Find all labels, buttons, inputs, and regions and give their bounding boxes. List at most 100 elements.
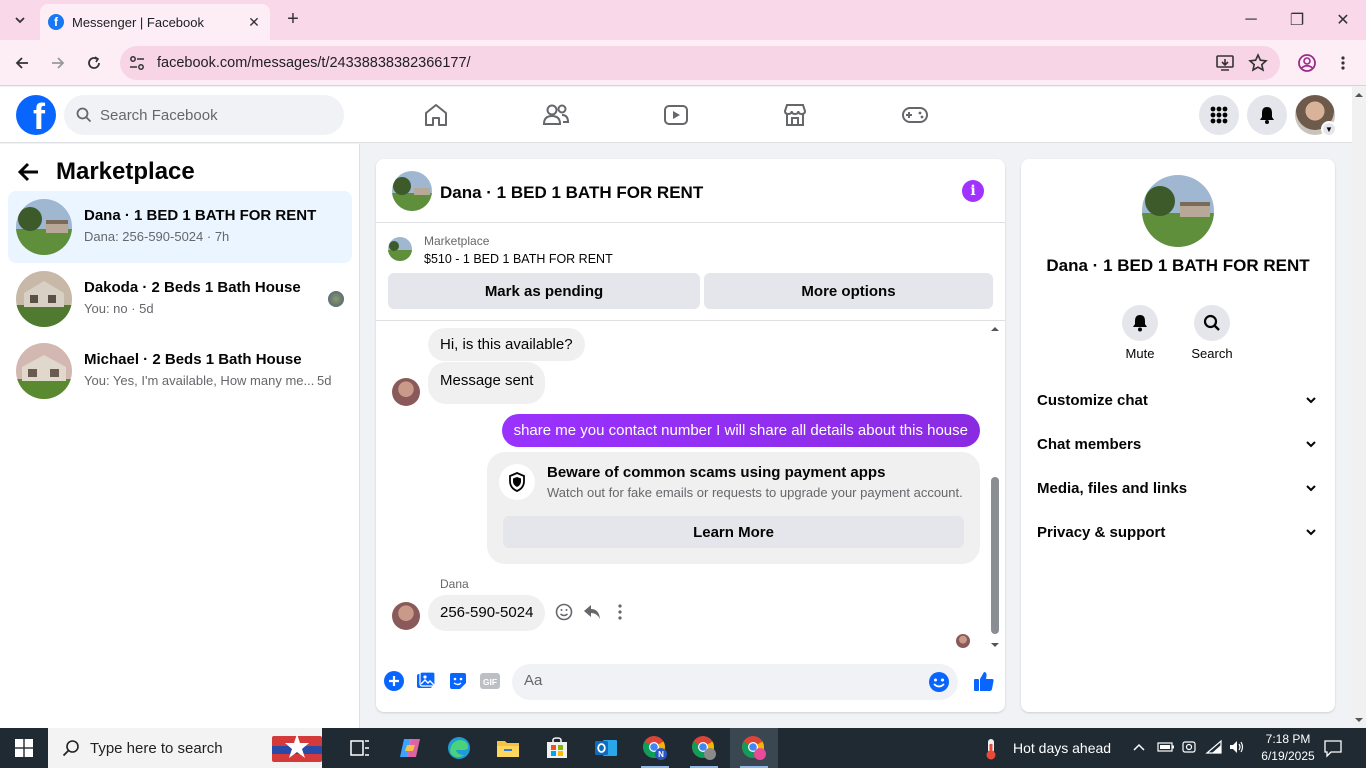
- minimize-button[interactable]: ─: [1228, 0, 1274, 40]
- listing-thumbnail: [16, 343, 72, 399]
- customize-chat-section[interactable]: Customize chat: [1029, 380, 1327, 420]
- outlook-icon[interactable]: [582, 728, 630, 768]
- forward-button[interactable]: [45, 50, 71, 76]
- reload-button[interactable]: [81, 50, 107, 76]
- message-bubble-incoming[interactable]: Message sent: [428, 362, 546, 404]
- weather-text[interactable]: Hot days ahead: [1013, 740, 1111, 756]
- chevron-up-icon[interactable]: [1132, 741, 1146, 753]
- message-input-box[interactable]: [512, 664, 958, 700]
- conversation-name: Dana · 1 BED 1 BATH FOR RENT: [84, 207, 317, 224]
- chat-scrollbar[interactable]: [988, 322, 1002, 652]
- taskbar-clock[interactable]: 7:18 PM 6/19/2025: [1258, 731, 1318, 765]
- search-icon[interactable]: [1194, 305, 1230, 341]
- back-button[interactable]: [9, 50, 35, 76]
- media-files-links-section[interactable]: Media, files and links: [1029, 468, 1327, 508]
- chevron-down-icon: [1306, 397, 1316, 404]
- conversation-item-dakoda[interactable]: Dakoda · 2 Beds 1 Bath House You: no · 5…: [8, 263, 352, 335]
- listing-price[interactable]: $510 - 1 BED 1 BATH FOR RENT: [424, 252, 613, 266]
- learn-more-button[interactable]: Learn More: [503, 516, 964, 548]
- plus-icon[interactable]: [383, 670, 405, 692]
- sender-avatar: [392, 602, 420, 630]
- conversation-info-panel: Dana · 1 BED 1 BATH FOR RENT Mute Search…: [1021, 159, 1335, 712]
- chrome-profile-2-icon[interactable]: [680, 728, 728, 768]
- listing-thumbnail[interactable]: [388, 237, 412, 261]
- task-view-icon[interactable]: [336, 728, 384, 768]
- video-nav-icon[interactable]: [660, 99, 692, 131]
- clock-date: 6/19/2025: [1261, 749, 1315, 763]
- browser-menu-button[interactable]: [1330, 50, 1356, 76]
- chat-title[interactable]: Dana · 1 BED 1 BATH FOR RENT: [440, 183, 703, 203]
- info-icon[interactable]: i: [962, 180, 984, 202]
- photo-icon[interactable]: [415, 670, 437, 692]
- emoji-icon[interactable]: [928, 671, 950, 693]
- install-app-icon[interactable]: [1215, 53, 1235, 73]
- search-action[interactable]: Search: [1182, 305, 1242, 361]
- more-actions-icon[interactable]: [609, 601, 631, 623]
- menu-button[interactable]: [1199, 95, 1239, 135]
- facebook-header: f ▼: [0, 87, 1352, 143]
- close-window-button[interactable]: ✕: [1320, 0, 1366, 40]
- wifi-icon[interactable]: [1205, 739, 1223, 755]
- new-tab-button[interactable]: +: [282, 8, 304, 30]
- conversation-item-michael[interactable]: Michael · 2 Beds 1 Bath House You: Yes, …: [8, 335, 352, 407]
- taskbar-search-placeholder: Type here to search: [90, 739, 223, 757]
- bookmark-star-icon[interactable]: [1248, 53, 1268, 73]
- file-explorer-icon[interactable]: [484, 728, 532, 768]
- browser-tab-messenger[interactable]: f Messenger | Facebook ✕: [40, 4, 270, 40]
- gaming-nav-icon[interactable]: [899, 99, 931, 131]
- message-bubble-outgoing[interactable]: share me you contact number I will share…: [501, 414, 980, 447]
- sticker-icon[interactable]: [447, 670, 469, 692]
- facebook-search[interactable]: [64, 95, 344, 135]
- notification-center-icon[interactable]: [1323, 738, 1343, 758]
- windows-start-button[interactable]: [0, 728, 48, 768]
- camera-icon[interactable]: [1181, 739, 1197, 755]
- react-smiley-icon[interactable]: [553, 601, 575, 623]
- conversation-item-dana[interactable]: Dana · 1 BED 1 BATH FOR RENT Dana: 256-5…: [8, 191, 352, 263]
- section-label: Privacy & support: [1037, 523, 1166, 541]
- notifications-button[interactable]: [1247, 95, 1287, 135]
- bell-icon[interactable]: [1122, 305, 1158, 341]
- facebook-logo-icon[interactable]: f: [16, 95, 56, 135]
- chrome-profile-n-icon[interactable]: N: [631, 728, 679, 768]
- thumbs-up-icon[interactable]: [972, 669, 996, 693]
- marketplace-nav-icon[interactable]: [779, 99, 811, 131]
- home-nav-icon[interactable]: [420, 99, 452, 131]
- svg-text:N: N: [658, 750, 664, 759]
- page-scrollbar[interactable]: [1352, 87, 1366, 728]
- account-avatar[interactable]: ▼: [1295, 95, 1337, 137]
- address-bar[interactable]: facebook.com/messages/t/2433883838236617…: [120, 46, 1280, 80]
- edge-browser-icon[interactable]: [435, 728, 483, 768]
- mark-as-pending-button[interactable]: Mark as pending: [388, 273, 700, 309]
- profile-button[interactable]: [1294, 50, 1320, 76]
- restore-button[interactable]: ❐: [1274, 0, 1320, 40]
- friends-nav-icon[interactable]: [540, 99, 572, 131]
- more-options-button[interactable]: More options: [704, 273, 993, 309]
- chat-members-section[interactable]: Chat members: [1029, 424, 1327, 464]
- message-input[interactable]: [524, 672, 904, 689]
- chrome-profile-3-icon[interactable]: [730, 728, 778, 768]
- chat-header: Dana · 1 BED 1 BATH FOR RENT i: [376, 159, 1005, 223]
- gif-icon[interactable]: GIF: [479, 670, 501, 692]
- browser-tab-bar: f Messenger | Facebook ✕ + ─ ❐ ✕: [0, 0, 1366, 40]
- taskbar-search[interactable]: Type here to search: [48, 728, 322, 768]
- volume-icon[interactable]: [1228, 739, 1246, 755]
- message-bubble-incoming[interactable]: 256-590-5024: [428, 595, 546, 631]
- tab-search-dropdown[interactable]: [6, 6, 34, 34]
- reply-icon[interactable]: [581, 601, 603, 623]
- chat-scroll-thumb[interactable]: [991, 477, 999, 634]
- chat-avatar[interactable]: [392, 171, 432, 211]
- back-arrow-icon[interactable]: [16, 161, 42, 183]
- battery-icon[interactable]: [1157, 741, 1175, 753]
- arrow-right-icon: [52, 57, 65, 69]
- privacy-support-section[interactable]: Privacy & support: [1029, 512, 1327, 552]
- facebook-search-input[interactable]: [100, 106, 320, 124]
- listing-large-thumbnail[interactable]: [1142, 175, 1214, 247]
- copilot-icon[interactable]: [386, 728, 434, 768]
- microsoft-store-icon[interactable]: [533, 728, 581, 768]
- message-bubble-incoming[interactable]: Hi, is this available?: [428, 328, 585, 361]
- close-tab-icon[interactable]: ✕: [244, 12, 264, 32]
- scam-warning-title: Beware of common scams using payment app…: [547, 464, 886, 481]
- mute-action[interactable]: Mute: [1110, 305, 1170, 361]
- shield-icon: [499, 464, 535, 500]
- site-info-icon[interactable]: [128, 54, 146, 72]
